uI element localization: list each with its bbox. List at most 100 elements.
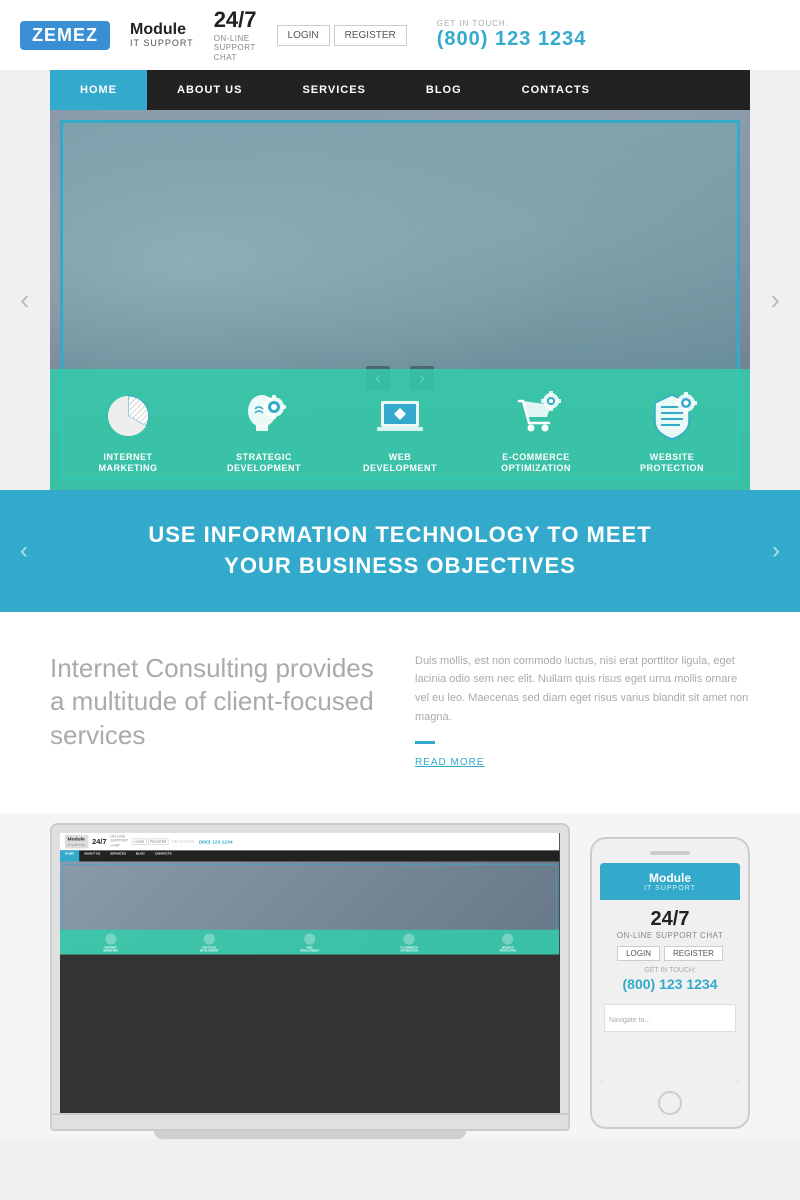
- hero-left-arrow[interactable]: ‹: [20, 284, 29, 316]
- web-development-icon: [373, 389, 428, 444]
- mini-nav-blog: BLOG: [131, 850, 150, 861]
- mini-247-text: 24/7: [92, 837, 106, 846]
- contact-phone: (800) 123 1234: [437, 28, 587, 51]
- hero-background: ‹ ›: [50, 110, 750, 490]
- mini-hero: INTERNETMARKETING STRATEGICDEVELOPMENT W…: [60, 862, 559, 955]
- laptop-base: [50, 1115, 570, 1131]
- support-247: 24/7: [214, 7, 257, 33]
- mini-icon-lbl-5: WEBSITEPROTECTION: [500, 946, 516, 952]
- web-development-label: WEBDEVELOPMENT: [363, 452, 437, 475]
- mini-site: ModuleIT SUPPORT 24/7 ON-LINESUPPORTCHAT…: [60, 833, 559, 955]
- nav-item-services[interactable]: SERVICES: [272, 70, 395, 110]
- phone-auth-btns: LOGIN REGISTER: [608, 946, 732, 961]
- phone-247: 24/7: [608, 908, 732, 931]
- icon-ecommerce: E-COMMERCEOPTIMIZATION: [468, 389, 604, 475]
- laptop-screen-inner: ModuleIT SUPPORT 24/7 ON-LINESUPPORTCHAT…: [60, 833, 559, 1112]
- mini-icon-circle-3: [304, 933, 315, 944]
- nav-item-blog[interactable]: BLOG: [396, 70, 492, 110]
- mini-nav: HOME ABOUT US SERVICES BLOG CONTACTS: [60, 850, 559, 861]
- support-text-3: CHAT: [214, 53, 257, 63]
- header: ZEMEZ Module IT SUPPORT 24/7 ON-LINE SUP…: [0, 0, 800, 70]
- phone-register-btn: REGISTER: [664, 946, 723, 961]
- hero-right-arrow[interactable]: ›: [771, 284, 780, 316]
- content-body: Duis mollis, est non commodo luctus, nis…: [415, 652, 750, 727]
- read-more-link[interactable]: READ MORE: [415, 757, 485, 768]
- register-button[interactable]: REGISTER: [334, 25, 407, 46]
- phone-module-header: Module IT SUPPORT: [600, 863, 740, 900]
- devices-section: ModuleIT SUPPORT 24/7 ON-LINESUPPORTCHAT…: [0, 813, 800, 1139]
- mini-login-btn: LOGIN: [132, 839, 147, 845]
- auth-buttons: LOGIN REGISTER: [277, 25, 407, 46]
- mini-logo: ModuleIT SUPPORT: [65, 835, 88, 849]
- ecommerce-icon: [509, 389, 564, 444]
- login-button[interactable]: LOGIN: [277, 25, 330, 46]
- mini-icon-circle-1: [105, 933, 116, 944]
- phone-content: 24/7 ON-LINE SUPPORT CHAT LOGIN REGISTER…: [600, 900, 740, 1000]
- mini-header: ModuleIT SUPPORT 24/7 ON-LINESUPPORTCHAT…: [60, 833, 559, 850]
- main-nav: HOME ABOUT US SERVICES BLOG CONTACTS: [50, 70, 750, 110]
- mini-support-text: ON-LINESUPPORTCHAT: [110, 835, 128, 848]
- icon-internet-marketing: INTERNETMARKETING: [60, 389, 196, 475]
- module-title: Module: [130, 21, 194, 39]
- module-logo: Module IT SUPPORT: [130, 21, 194, 48]
- phone-navigate-placeholder: Navigate to...: [609, 1017, 650, 1024]
- mini-nav-home: HOME: [60, 850, 79, 861]
- mini-icons-row: INTERNETMARKETING STRATEGICDEVELOPMENT W…: [60, 930, 559, 955]
- mini-icon-lbl-2: STRATEGICDEVELOPMENT: [200, 946, 219, 952]
- tagline-right-arrow[interactable]: ›: [772, 537, 780, 565]
- phone-speaker: [650, 851, 690, 855]
- strategic-development-icon: [237, 389, 292, 444]
- laptop-outer: ModuleIT SUPPORT 24/7 ON-LINESUPPORTCHAT…: [50, 823, 570, 1115]
- mini-nav-contacts: CONTACTS: [150, 850, 177, 861]
- laptop-stand: [154, 1131, 466, 1139]
- mini-phone-number: (800) 123 1234: [199, 839, 233, 845]
- phone-phone-number: (800) 123 1234: [608, 976, 732, 992]
- nav-item-home[interactable]: HOME: [50, 70, 147, 110]
- mini-icon-circle-4: [404, 933, 415, 944]
- support-text-1: ON-LINE: [214, 34, 257, 44]
- hero-wrapper: ‹ ›: [50, 110, 750, 490]
- icon-web-development: WEBDEVELOPMENT: [332, 389, 468, 475]
- phone-module-title: Module: [608, 871, 732, 885]
- module-subtitle: IT SUPPORT: [130, 39, 194, 49]
- hero-section: ‹ › ‹ ›: [0, 110, 800, 490]
- support-text-2: SUPPORT: [214, 43, 257, 53]
- mini-icon-4: E-COMMERCEOPTIMIZATION: [400, 933, 418, 952]
- mini-icon-circle-2: [204, 933, 215, 944]
- mini-icon-5: WEBSITEPROTECTION: [500, 933, 516, 952]
- mini-icon-3: WEBDEVELOPMENT: [300, 933, 319, 952]
- phone-navigate-input: Navigate to...: [604, 1004, 736, 1032]
- laptop-screen: ModuleIT SUPPORT 24/7 ON-LINESUPPORTCHAT…: [60, 833, 560, 1113]
- content-section: Internet Consulting provides a multitude…: [0, 612, 800, 813]
- phone-get-in-touch: GET IN TOUCH:: [608, 967, 732, 974]
- mini-auth-buttons: LOGIN REGISTER: [132, 839, 169, 845]
- mini-icon-2: STRATEGICDEVELOPMENT: [200, 933, 219, 952]
- contact-block: GET IN TOUCH: (800) 123 1234: [437, 19, 587, 51]
- tagline-text: USE INFORMATION TECHNOLOGY TO MEETYOUR B…: [100, 520, 700, 582]
- nav-item-about[interactable]: ABOUT US: [147, 70, 272, 110]
- phone-home-button: [658, 1091, 682, 1115]
- services-icons-row: INTERNETMARKETING: [50, 369, 750, 490]
- tagline-left-arrow[interactable]: ‹: [20, 537, 28, 565]
- website-protection-label: WEBSITEPROTECTION: [640, 452, 704, 475]
- content-right: Duis mollis, est non commodo luctus, nis…: [415, 652, 750, 773]
- mini-icon-lbl-1: INTERNETMARKETING: [103, 946, 118, 952]
- internet-marketing-icon: [101, 389, 156, 444]
- mini-icon-lbl-3: WEBDEVELOPMENT: [300, 946, 319, 952]
- mini-register-btn: REGISTER: [148, 839, 169, 845]
- mini-icon-lbl-4: E-COMMERCEOPTIMIZATION: [400, 946, 418, 952]
- phone-module-subtitle: IT SUPPORT: [608, 885, 732, 892]
- nav-item-contacts[interactable]: CONTACTS: [492, 70, 620, 110]
- content-divider: [415, 741, 435, 744]
- content-left: Internet Consulting provides a multitude…: [50, 652, 385, 773]
- phone-screen: Module IT SUPPORT 24/7 ON-LINE SUPPORT C…: [600, 863, 740, 1083]
- phone-outer: Module IT SUPPORT 24/7 ON-LINE SUPPORT C…: [590, 837, 750, 1129]
- mini-icon-1: INTERNETMARKETING: [103, 933, 118, 952]
- phone-mini-site: Module IT SUPPORT 24/7 ON-LINE SUPPORT C…: [600, 863, 740, 1083]
- icon-website-protection: WEBSITEPROTECTION: [604, 389, 740, 475]
- icon-strategic-development: STRATEGICDEVELOPMENT: [196, 389, 332, 475]
- mini-icon-circle-5: [502, 933, 513, 944]
- strategic-development-label: STRATEGICDEVELOPMENT: [227, 452, 301, 475]
- ecommerce-label: E-COMMERCEOPTIMIZATION: [501, 452, 571, 475]
- support-block: 24/7 ON-LINE SUPPORT CHAT: [214, 7, 257, 62]
